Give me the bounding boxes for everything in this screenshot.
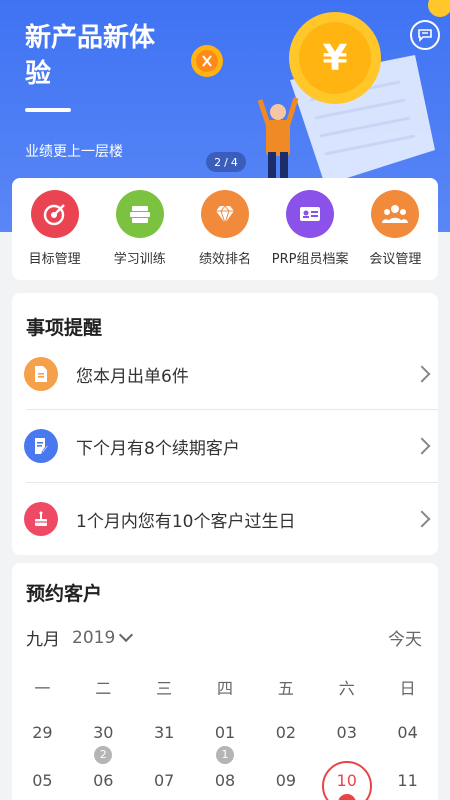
- day-number: 30: [93, 723, 114, 742]
- shortcut-prp-member-files[interactable]: PRP组员档案: [268, 190, 352, 280]
- coin-symbol: ¥: [322, 38, 347, 79]
- calendar-day[interactable]: 03: [316, 723, 377, 742]
- appointment-count-badge: 2: [94, 746, 113, 764]
- calendar-week: 05 06 07 08 09 10 11: [12, 761, 438, 800]
- document-icon: [24, 357, 58, 391]
- edit-doc-icon: [24, 429, 58, 463]
- message-button[interactable]: [410, 20, 440, 50]
- diamond-icon: [200, 190, 249, 238]
- books-icon: [115, 190, 164, 238]
- weekday-label: 五: [277, 679, 294, 698]
- calendar-day[interactable]: 11: [377, 771, 438, 790]
- year-label: 2019: [72, 627, 116, 648]
- chevron-down-icon: [119, 627, 134, 642]
- weekday-label: 六: [338, 679, 355, 698]
- target-icon: [30, 190, 79, 238]
- calendar-day[interactable]: 30 2: [73, 723, 134, 764]
- pager-separator: /: [224, 155, 228, 169]
- calendar-day[interactable]: 02: [255, 723, 316, 742]
- weekday-label: 一: [34, 679, 51, 698]
- reminder-text: 您本月出单6件: [76, 366, 189, 387]
- banner-subtitle: 业绩更上一层楼: [25, 144, 123, 160]
- day-number: 06: [93, 771, 114, 790]
- reminders-card: 事项提醒 您本月出单6件 下个月有8个续期客户 1个月内您有10个客户过生日: [12, 293, 438, 555]
- day-number: 09: [275, 771, 297, 790]
- weekday-label: 三: [156, 679, 173, 698]
- calendar-week: 29 30 2 31 01 1 02 03 04: [12, 723, 438, 764]
- shortcut-label: 绩效排名: [198, 252, 251, 267]
- weekday-label: 四: [217, 679, 234, 698]
- reminders-title: 事项提醒: [26, 317, 103, 339]
- appointment-count-badge: 1: [216, 746, 234, 764]
- day-number: 07: [153, 771, 175, 790]
- people-icon: [371, 190, 420, 238]
- calendar-day[interactable]: 09: [255, 771, 316, 790]
- chevron-right-icon: [413, 365, 431, 383]
- shortcut-learning-training[interactable]: 学习训练: [98, 190, 182, 280]
- weekday-label: 二: [95, 679, 112, 698]
- shortcut-panel: 目标管理 学习训练 绩效排名 PRP组员档案 会议管理: [12, 178, 438, 280]
- appointment-calendar-card: 预约客户 九月 2019 今天 一 二 三 四 五 六 日 29 30 2 31 …: [12, 563, 438, 800]
- month-selector[interactable]: 九月 2019: [26, 625, 134, 650]
- calendar-title: 预约客户: [26, 583, 103, 605]
- day-number: 29: [32, 723, 53, 742]
- weekday-header: 一 二 三 四 五 六 日: [12, 675, 438, 699]
- calendar-day[interactable]: 07: [134, 771, 195, 790]
- shortcut-label: 学习训练: [113, 252, 166, 267]
- calendar-day[interactable]: 31: [134, 723, 195, 742]
- banner-pager: 2 / 4: [206, 152, 246, 172]
- calendar-day[interactable]: 04: [377, 723, 438, 742]
- day-number: 03: [336, 723, 357, 742]
- month-label: 九月: [26, 630, 60, 650]
- shortcut-performance-ranking[interactable]: 绩效排名: [183, 190, 267, 280]
- pager-total: 4: [230, 155, 238, 169]
- reminder-text: 下个月有8个续期客户: [76, 438, 240, 459]
- chat-icon: [418, 29, 432, 42]
- weekday-label: 日: [399, 679, 416, 698]
- small-coin-icon: [191, 45, 223, 77]
- cake-icon: [24, 502, 58, 536]
- shortcut-target-management[interactable]: 目标管理: [13, 190, 97, 280]
- reminder-text: 1个月内您有10个客户过生日: [76, 511, 296, 532]
- calendar-day[interactable]: 05: [12, 771, 73, 790]
- calendar-day[interactable]: 06: [73, 771, 134, 790]
- day-number: 11: [397, 771, 418, 790]
- today-button[interactable]: 今天: [388, 625, 422, 650]
- day-number: 05: [32, 771, 53, 790]
- shortcut-label: 目标管理: [28, 252, 81, 267]
- day-number: 08: [214, 771, 236, 790]
- shortcut-label: PRP组员档案: [271, 252, 349, 267]
- day-number: 04: [397, 723, 418, 742]
- calendar-day[interactable]: 29: [12, 723, 73, 742]
- calendar-day[interactable]: 08: [195, 771, 256, 790]
- banner-divider: [25, 108, 71, 112]
- chevron-right-icon: [413, 437, 431, 455]
- shortcut-label: 会议管理: [369, 252, 422, 267]
- day-number: 02: [275, 723, 297, 742]
- reminder-item[interactable]: 1个月内您有10个客户过生日: [12, 483, 438, 555]
- pager-current: 2: [214, 155, 222, 169]
- calendar-day[interactable]: 01 1: [195, 723, 256, 764]
- shortcut-meeting-management[interactable]: 会议管理: [353, 190, 437, 280]
- calendar-day-selected[interactable]: 10: [316, 761, 377, 800]
- day-number: 31: [153, 723, 175, 742]
- day-number: 01: [214, 723, 236, 742]
- chevron-right-icon: [413, 510, 431, 528]
- reminder-item[interactable]: 您本月出单6件: [12, 338, 438, 410]
- id-card-icon: [286, 190, 335, 238]
- banner-title: 新产品新体验: [25, 23, 156, 89]
- reminder-item[interactable]: 下个月有8个续期客户: [12, 410, 438, 482]
